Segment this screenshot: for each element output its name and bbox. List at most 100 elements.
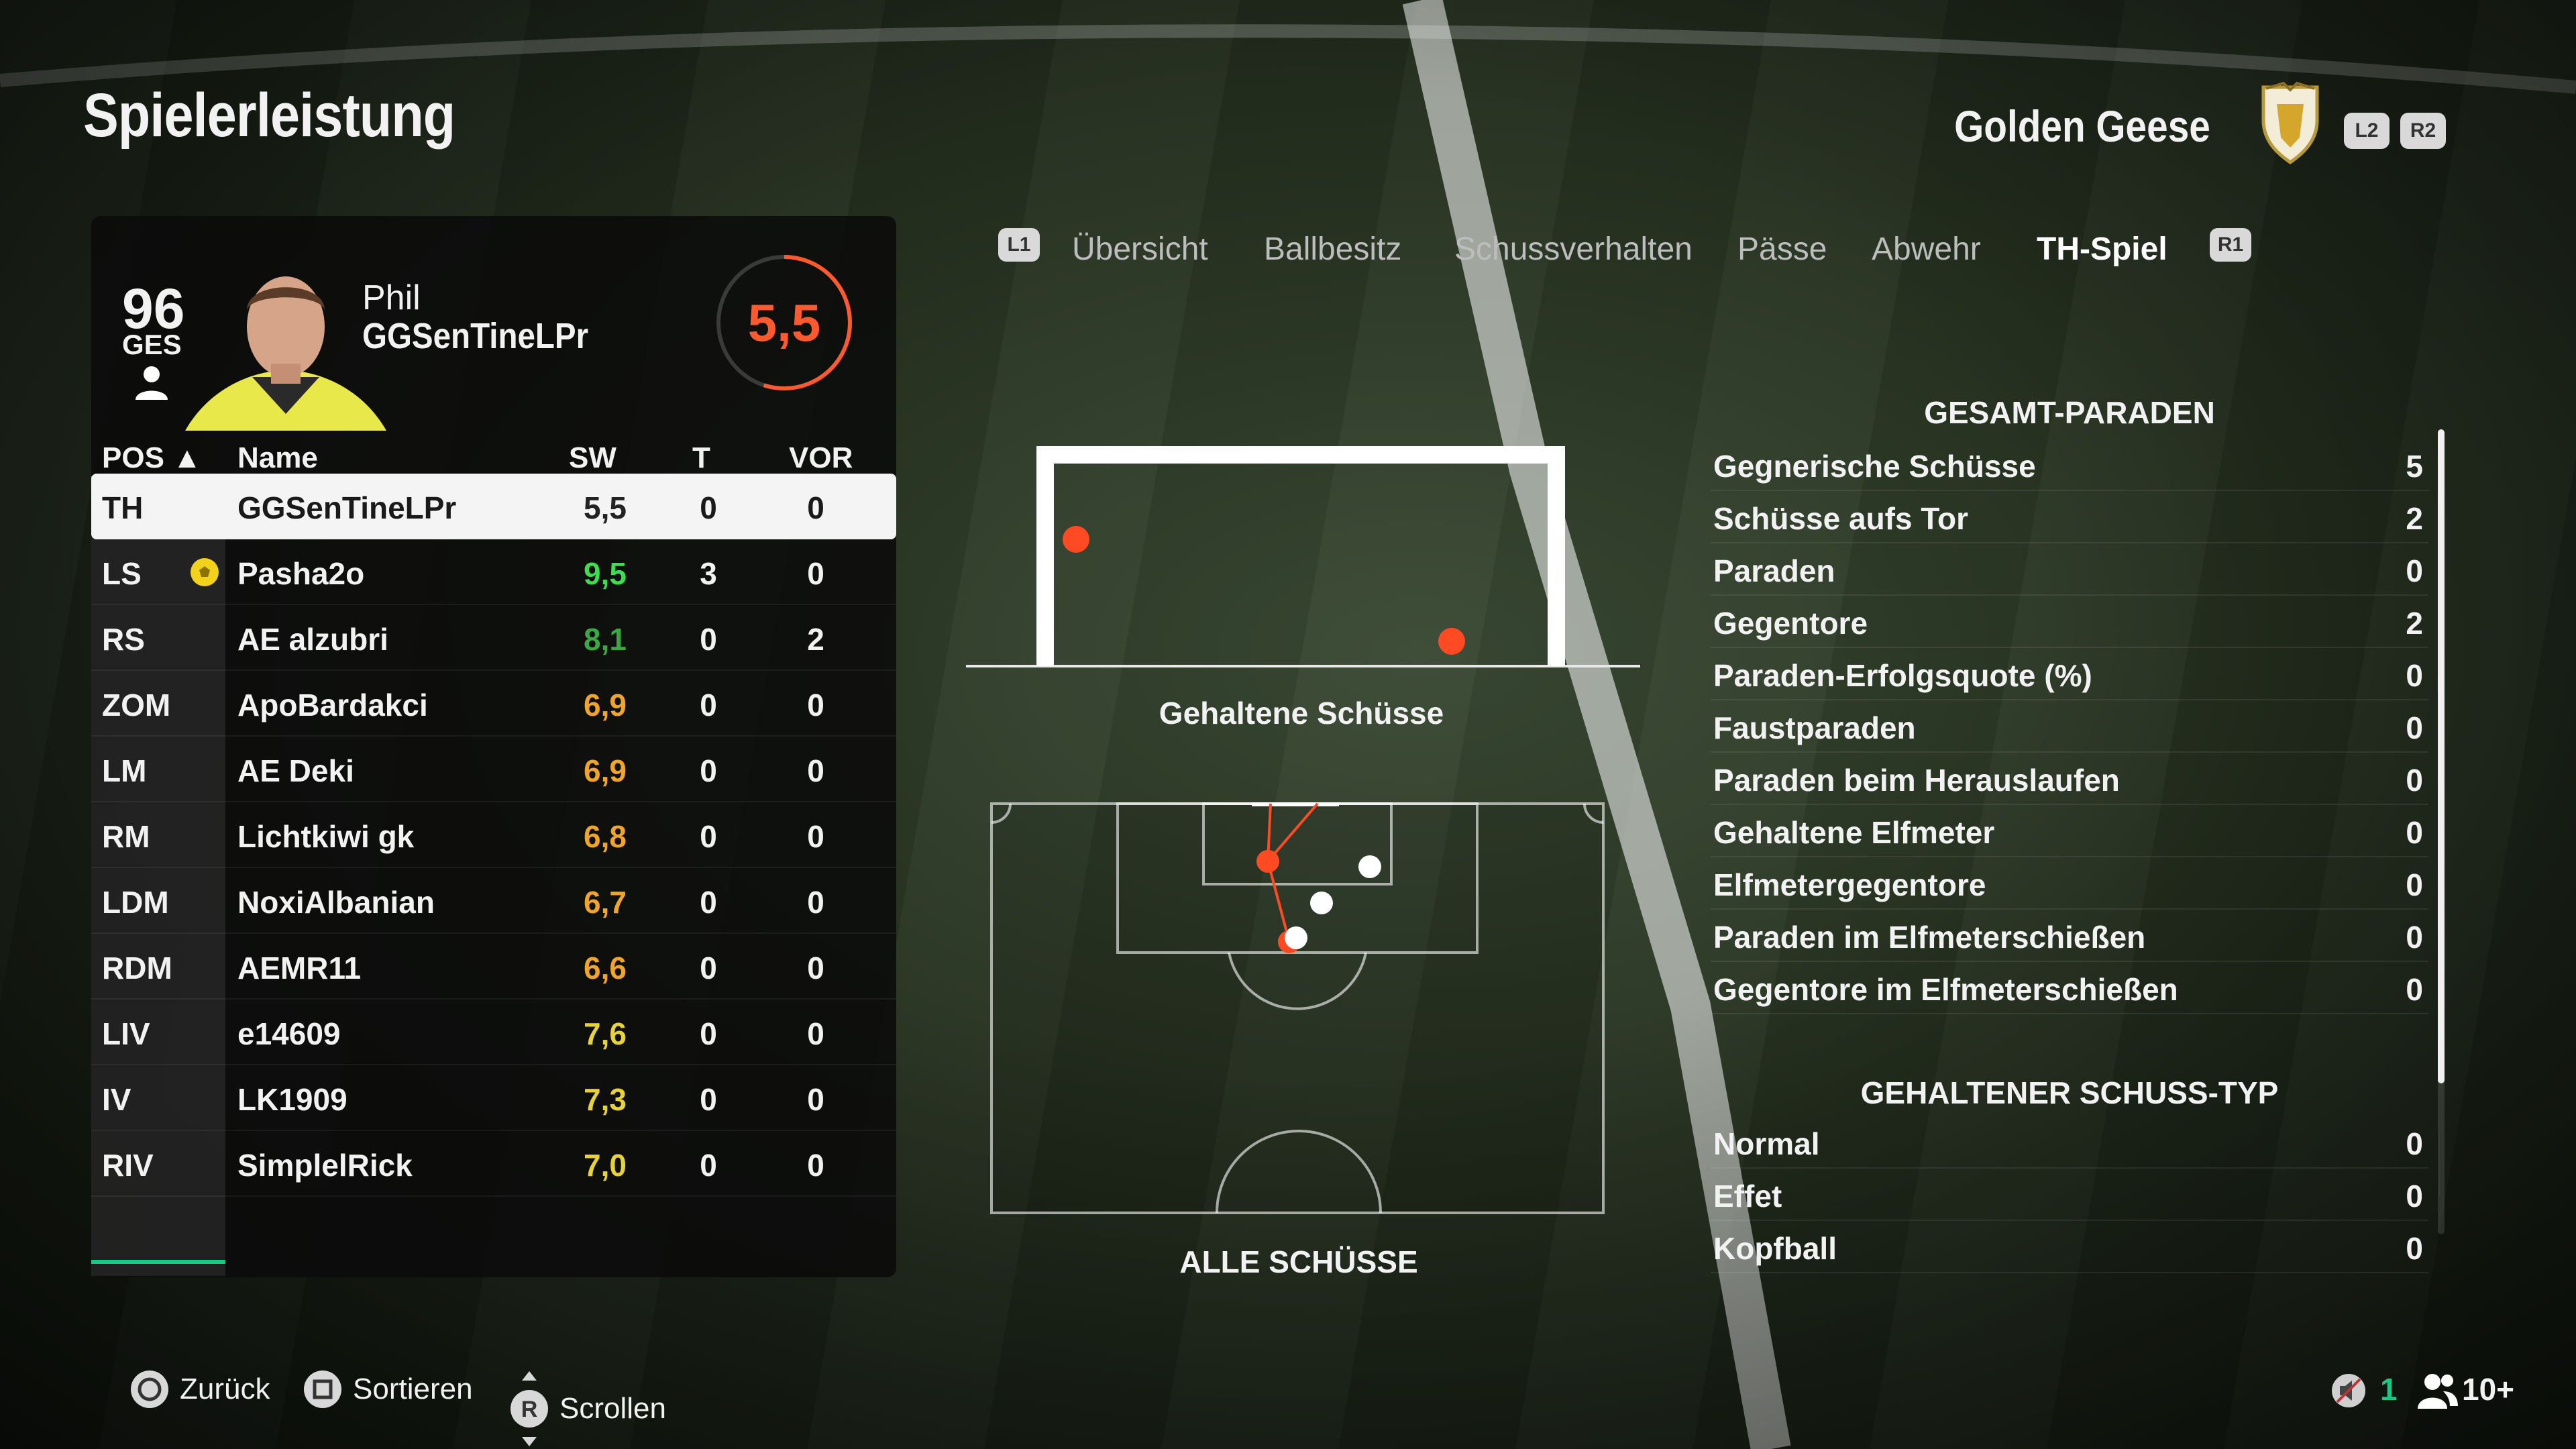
scroll-hint[interactable]: R Scrollen bbox=[508, 1368, 666, 1449]
goal-diagram bbox=[966, 446, 1640, 667]
shot-marker bbox=[1438, 628, 1465, 655]
row-assists: 0 bbox=[807, 951, 824, 985]
row-position: RM bbox=[102, 819, 150, 854]
row-goals: 0 bbox=[700, 885, 717, 920]
col-name-header[interactable]: Name bbox=[237, 441, 318, 475]
table-row[interactable]: RS AE alzubri 8,1 0 2 bbox=[91, 605, 896, 671]
row-match-rating: 6,9 bbox=[584, 688, 627, 722]
shot-marker bbox=[1310, 892, 1333, 914]
col-vor-header[interactable]: VOR bbox=[789, 441, 853, 475]
stat-value: 0 bbox=[2406, 658, 2423, 693]
row-position: LM bbox=[102, 753, 147, 788]
row-assists: 0 bbox=[807, 1148, 824, 1183]
save-type-row: Normal 0 bbox=[1711, 1116, 2428, 1169]
stat-label: Effet bbox=[1713, 1179, 1782, 1214]
row-player-name: AE alzubri bbox=[237, 622, 388, 657]
stat-value: 5 bbox=[2406, 449, 2423, 484]
stats-scrollbar-thumb[interactable] bbox=[2438, 429, 2445, 1083]
tab-passes[interactable]: Pässe bbox=[1737, 231, 1827, 268]
stat-label: Paraden beim Herauslaufen bbox=[1713, 763, 2120, 798]
table-row[interactable]: LDM NoxiAlbanian 6,7 0 0 bbox=[91, 868, 896, 934]
table-row[interactable]: LS Pasha2o 9,5 3 0 bbox=[91, 539, 896, 605]
row-position: LS bbox=[102, 556, 142, 591]
crest-icon bbox=[2261, 81, 2319, 164]
table-row[interactable]: RDM AEMR11 6,6 0 0 bbox=[91, 934, 896, 1000]
group-icon bbox=[2418, 1374, 2458, 1409]
table-row[interactable]: LIV e14609 7,6 0 0 bbox=[91, 1000, 896, 1065]
back-hint[interactable]: Zurück bbox=[129, 1368, 270, 1410]
row-match-rating: 7,3 bbox=[584, 1082, 627, 1117]
r1-button[interactable]: R1 bbox=[2210, 228, 2251, 262]
stat-label: Paraden bbox=[1713, 553, 1835, 588]
stat-value: 0 bbox=[2406, 815, 2423, 850]
row-assists: 0 bbox=[807, 819, 824, 854]
row-match-rating: 7,0 bbox=[584, 1148, 627, 1183]
sort-hint[interactable]: Sortieren bbox=[302, 1368, 473, 1410]
row-position: RIV bbox=[102, 1148, 154, 1183]
back-label: Zurück bbox=[180, 1373, 270, 1405]
square-button-icon bbox=[304, 1371, 341, 1408]
save-stat-row: Gegnerische Schüsse 5 bbox=[1711, 439, 2428, 491]
stat-label: Gegentore im Elfmeterschießen bbox=[1713, 972, 2178, 1007]
row-player-name: ApoBardakci bbox=[237, 688, 428, 722]
overall-label: GES bbox=[122, 329, 182, 360]
row-assists: 0 bbox=[807, 490, 824, 525]
avatar bbox=[185, 276, 386, 431]
stat-label: Faustparaden bbox=[1713, 710, 1916, 745]
stat-label: Schüsse aufs Tor bbox=[1713, 501, 1969, 536]
table-row[interactable]: ZOM ApoBardakci 6,9 0 0 bbox=[91, 671, 896, 737]
tab-goalkeeping[interactable]: TH-Spiel bbox=[2037, 231, 2167, 268]
save-types-section-title: GEHALTENER SCHUSS-TYP bbox=[1860, 1075, 2279, 1110]
row-match-rating: 6,8 bbox=[584, 819, 627, 854]
save-stat-row: Elfmetergegentore 0 bbox=[1711, 857, 2428, 910]
right-stick-letter: R bbox=[521, 1397, 538, 1422]
col-t-header[interactable]: T bbox=[692, 441, 710, 475]
team-name: Golden Geese bbox=[1954, 101, 2210, 151]
stat-value: 0 bbox=[2406, 710, 2423, 745]
l2-button[interactable]: L2 bbox=[2344, 113, 2390, 149]
stat-value: 0 bbox=[2406, 972, 2423, 1007]
tab-shooting[interactable]: Schussverhalten bbox=[1454, 231, 1693, 268]
table-row[interactable]: LM AE Deki 6,9 0 0 bbox=[91, 737, 896, 802]
row-position: RS bbox=[102, 622, 145, 657]
row-player-name: GGSenTineLPr bbox=[237, 490, 457, 525]
save-stat-row: Gegentore 2 bbox=[1711, 596, 2428, 648]
stat-value: 0 bbox=[2406, 763, 2423, 798]
row-position: ZOM bbox=[102, 688, 171, 722]
row-match-rating: 6,7 bbox=[584, 885, 627, 920]
l1-button[interactable]: L1 bbox=[998, 228, 1040, 262]
stat-value: 0 bbox=[2406, 867, 2423, 902]
row-position: RDM bbox=[102, 951, 172, 985]
row-goals: 0 bbox=[700, 622, 717, 657]
row-player-name: e14609 bbox=[237, 1016, 341, 1051]
row-position: IV bbox=[102, 1082, 131, 1117]
table-row[interactable]: IV LK1909 7,3 0 0 bbox=[91, 1065, 896, 1131]
row-assists: 0 bbox=[807, 688, 824, 722]
player-header: 96 GES Phil GGSenTineLPr 5,5 bbox=[91, 216, 896, 431]
stat-label: Gegentore bbox=[1713, 606, 1868, 641]
sort-label: Sortieren bbox=[353, 1373, 473, 1405]
stat-label: Gegnerische Schüsse bbox=[1713, 449, 2036, 484]
row-position: TH bbox=[102, 490, 144, 525]
col-pos-header[interactable]: POS ▲ bbox=[102, 441, 202, 475]
pitch-diagram bbox=[990, 802, 1605, 1214]
shot-marker bbox=[1358, 855, 1381, 878]
row-goals: 0 bbox=[700, 490, 717, 525]
table-row[interactable]: TH GGSenTineLPr 5,5 0 0 bbox=[91, 474, 896, 539]
player-first-name: Phil bbox=[362, 278, 421, 317]
tab-overview[interactable]: Übersicht bbox=[1072, 231, 1208, 268]
row-assists: 2 bbox=[807, 622, 824, 657]
r2-button[interactable]: R2 bbox=[2400, 113, 2446, 149]
person-icon bbox=[136, 366, 168, 400]
table-row[interactable]: RM Lichtkiwi gk 6,8 0 0 bbox=[91, 802, 896, 868]
tab-possession[interactable]: Ballbesitz bbox=[1264, 231, 1401, 268]
save-stat-row: Gehaltene Elfmeter 0 bbox=[1711, 805, 2428, 857]
stat-value: 0 bbox=[2406, 1126, 2423, 1161]
stat-label: Paraden-Erfolgsquote (%) bbox=[1713, 658, 2092, 693]
row-match-rating: 5,5 bbox=[584, 490, 627, 525]
col-sw-header[interactable]: SW bbox=[569, 441, 616, 475]
save-type-row: Effet 0 bbox=[1711, 1169, 2428, 1221]
save-stat-row: Paraden 0 bbox=[1711, 543, 2428, 596]
tab-defense[interactable]: Abwehr bbox=[1872, 231, 1981, 268]
table-row[interactable]: RIV SimplelRick 7,0 0 0 bbox=[91, 1131, 896, 1197]
